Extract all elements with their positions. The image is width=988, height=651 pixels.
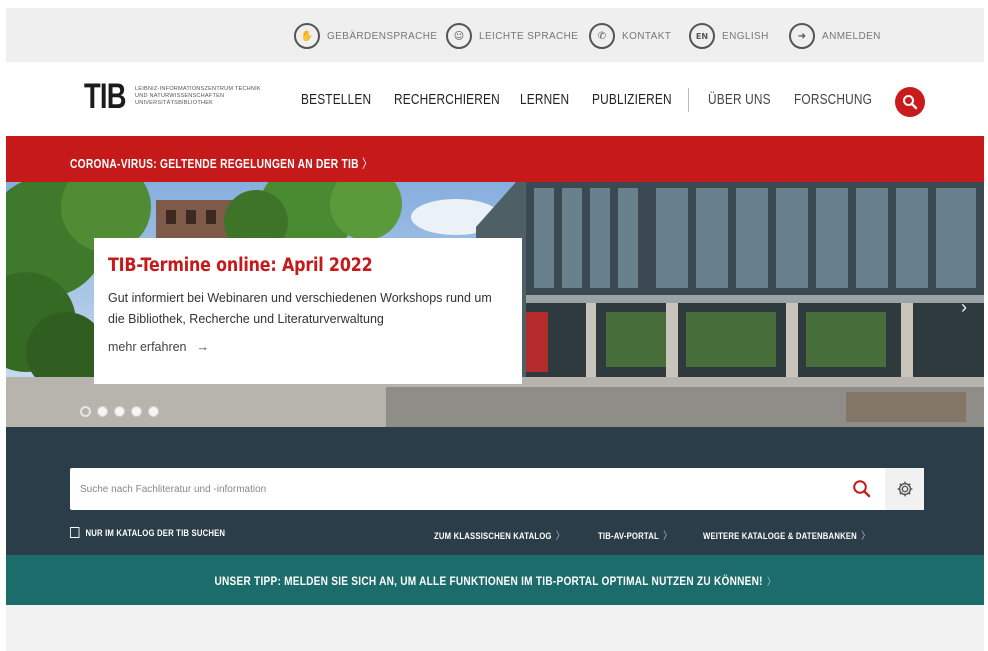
hero-more-label: mehr erfahren	[108, 340, 187, 354]
search-icon	[903, 95, 918, 110]
language-en-icon: EN	[689, 23, 715, 49]
slider-dot[interactable]	[131, 406, 142, 417]
slider-dot[interactable]	[148, 406, 159, 417]
util-label: KONTAKT	[622, 30, 672, 42]
nav-item-lernen[interactable]: LERNEN	[520, 92, 569, 108]
gear-icon	[897, 481, 912, 497]
slider-dots	[80, 406, 159, 417]
util-label: GEBÄRDENSPRACHE	[327, 30, 438, 42]
util-item-english[interactable]: EN ENGLISH	[689, 23, 769, 49]
nav-item-forschung[interactable]: FORSCHUNG	[794, 92, 872, 108]
tip-bar: UNSER TIPP: MELDEN SIE SICH AN, UM ALLE …	[6, 555, 984, 605]
nav-item-publizieren[interactable]: PUBLIZIEREN	[592, 92, 672, 108]
util-label: ANMELDEN	[822, 30, 881, 42]
page: ✋ GEBÄRDENSPRACHE ☺ LEICHTE SPRACHE ✆ KO…	[0, 0, 988, 651]
arrow-right-icon: →	[196, 340, 210, 354]
search-settings-button[interactable]	[885, 468, 924, 510]
chevron-right-icon: 〉	[362, 157, 373, 171]
catalog-checkbox-label: NUR IM KATALOG DER TIB SUCHEN	[85, 528, 226, 538]
utility-bar: ✋ GEBÄRDENSPRACHE ☺ LEICHTE SPRACHE ✆ KO…	[6, 8, 984, 62]
util-item-contact[interactable]: ✆ KONTAKT	[589, 23, 671, 49]
corona-banner-link[interactable]: CORONA-VIRUS: GELTENDE REGELUNGEN AN DER…	[70, 153, 373, 172]
contact-icon: ✆	[589, 23, 615, 49]
link-label: TIB-AV-PORTAL	[598, 531, 659, 541]
link-label: WEITERE KATALOGE & DATENBANKEN	[703, 531, 857, 541]
chevron-right-icon: 〉	[555, 531, 565, 542]
hero-slider: TIB-Termine online: April 2022 Gut infor…	[6, 182, 984, 427]
util-label: ENGLISH	[722, 30, 769, 42]
search-input[interactable]	[70, 468, 848, 510]
search-section: NUR IM KATALOG DER TIB SUCHEN ZUM KLASSI…	[6, 427, 984, 555]
tip-inner: UNSER TIPP: MELDEN SIE SICH AN, UM ALLE …	[214, 573, 775, 588]
hero-description: Gut informiert bei Webinaren und verschi…	[108, 291, 492, 326]
logo-subtitle: Leibniz-Informationszentrum Technik und …	[135, 86, 261, 106]
slider-next-icon[interactable]: ›	[961, 297, 967, 318]
tip-link[interactable]: UNSER TIPP: MELDEN SIE SICH AN, UM ALLE …	[6, 573, 984, 588]
corona-banner-text: CORONA-VIRUS: GELTENDE REGELUNGEN AN DER…	[70, 157, 359, 171]
tip-text: UNSER TIPP: MELDEN SIE SICH AN, UM ALLE …	[214, 574, 763, 588]
slider-dot[interactable]	[114, 406, 125, 417]
chevron-right-icon: 〉	[663, 531, 672, 542]
util-item-sign-language[interactable]: ✋ GEBÄRDENSPRACHE	[294, 23, 437, 49]
corona-banner: CORONA-VIRUS: GELTENDE REGELUNGEN AN DER…	[6, 136, 984, 182]
hero-more-link[interactable]: mehr erfahren →	[108, 340, 209, 354]
link-classic-catalog[interactable]: ZUM KLASSISCHEN KATALOG 〉	[434, 527, 565, 542]
slider-dot[interactable]	[80, 406, 91, 417]
nav-item-bestellen[interactable]: BESTELLEN	[301, 92, 371, 108]
easy-language-icon: ☺	[446, 23, 472, 49]
main-header: TIB Leibniz-Informationszentrum Technik …	[6, 62, 984, 136]
nav-item-ueber-uns[interactable]: ÜBER UNS	[708, 92, 771, 108]
login-icon: ➜	[789, 23, 815, 49]
logo-mark: TIB	[84, 77, 126, 116]
search-box	[70, 468, 924, 510]
link-label: ZUM KLASSISCHEN KATALOG	[434, 531, 552, 541]
util-item-easy-language[interactable]: ☺ LEICHTE SPRACHE	[446, 23, 578, 49]
nav-item-recherchieren[interactable]: RECHERCHIEREN	[394, 92, 500, 108]
hero-card: TIB-Termine online: April 2022 Gut infor…	[94, 238, 522, 384]
link-further-catalogs[interactable]: WEITERE KATALOGE & DATENBANKEN 〉	[703, 527, 870, 542]
checkbox-box[interactable]	[70, 527, 80, 538]
catalog-only-checkbox[interactable]: NUR IM KATALOG DER TIB SUCHEN	[70, 527, 225, 538]
slider-dot[interactable]	[97, 406, 108, 417]
hand-sign-icon: ✋	[294, 23, 320, 49]
hero-title: TIB-Termine online: April 2022	[108, 255, 373, 276]
chevron-right-icon: 〉	[766, 577, 776, 588]
nav-divider	[688, 88, 689, 112]
chevron-right-icon: 〉	[861, 531, 871, 542]
search-icon	[853, 480, 871, 498]
search-submit-button[interactable]	[852, 479, 872, 504]
screenshot-frame: ✋ GEBÄRDENSPRACHE ☺ LEICHTE SPRACHE ✆ KO…	[6, 8, 984, 651]
util-label: LEICHTE SPRACHE	[479, 30, 579, 42]
util-item-login[interactable]: ➜ ANMELDEN	[789, 23, 881, 49]
link-tib-av-portal[interactable]: TIB-AV-PORTAL 〉	[598, 527, 672, 542]
header-search-button[interactable]	[895, 87, 925, 117]
tib-logo[interactable]: TIB Leibniz-Informationszentrum Technik …	[84, 79, 275, 114]
